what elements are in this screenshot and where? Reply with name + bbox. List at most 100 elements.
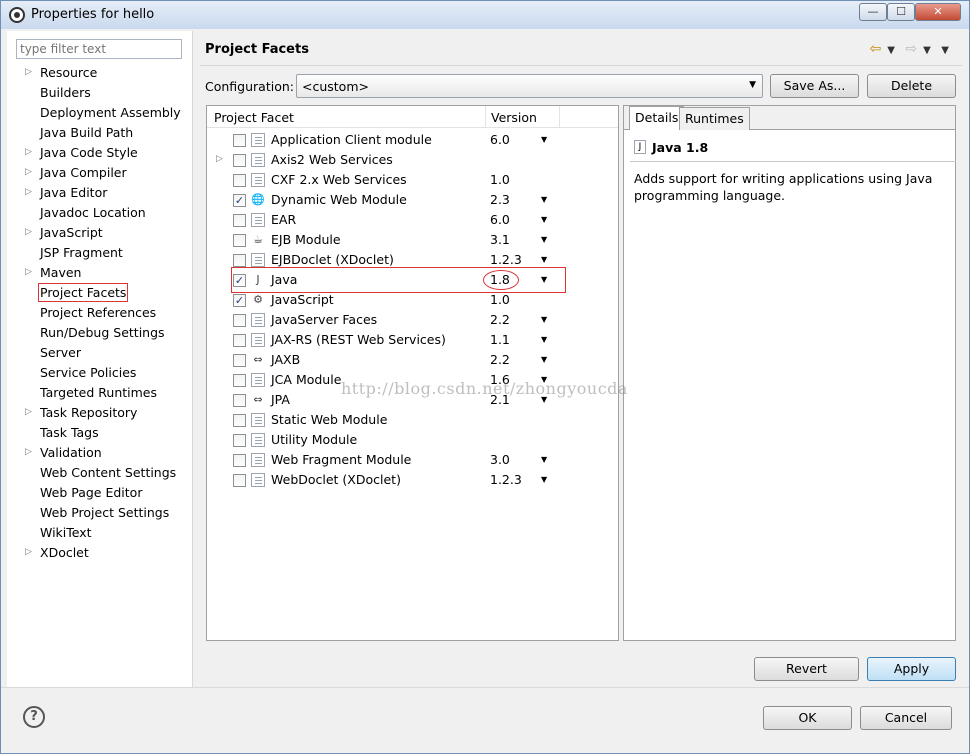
sidebar-item[interactable]: ▷ Resource bbox=[7, 63, 193, 83]
sidebar-item[interactable]: Java Build Path bbox=[7, 123, 193, 143]
facet-column-header[interactable]: Project Facet bbox=[214, 110, 294, 125]
facet-row[interactable]: Web Fragment Module 3.0 ▼ bbox=[207, 450, 618, 470]
facet-row[interactable]: ⇔ JPA 2.1 ▼ bbox=[207, 390, 618, 410]
facet-checkbox[interactable] bbox=[233, 354, 246, 367]
facet-checkbox[interactable] bbox=[233, 254, 246, 267]
expand-arrow-icon[interactable]: ▷ bbox=[25, 267, 32, 277]
sidebar-item[interactable]: Web Content Settings bbox=[7, 463, 193, 483]
facet-version[interactable]: 1.6 bbox=[490, 372, 510, 387]
version-dropdown-icon[interactable]: ▼ bbox=[541, 235, 547, 244]
forward-arrow-icon[interactable]: ⇨ bbox=[905, 41, 917, 57]
facet-checkbox[interactable] bbox=[233, 154, 246, 167]
version-dropdown-icon[interactable]: ▼ bbox=[541, 355, 547, 364]
facet-version[interactable]: 3.1 bbox=[490, 232, 510, 247]
expand-arrow-icon[interactable]: ▷ bbox=[25, 147, 32, 157]
facet-version[interactable]: 1.2.3 bbox=[490, 472, 522, 487]
version-dropdown-icon[interactable]: ▼ bbox=[541, 215, 547, 224]
facet-version[interactable]: 2.2 bbox=[490, 352, 510, 367]
sidebar-item[interactable]: JSP Fragment bbox=[7, 243, 193, 263]
facet-version[interactable]: 1.2.3 bbox=[490, 252, 522, 267]
sidebar-item[interactable]: ▷ Java Editor bbox=[7, 183, 193, 203]
maximize-button[interactable]: ☐ bbox=[887, 3, 915, 21]
facet-row[interactable]: Application Client module 6.0 ▼ bbox=[207, 130, 618, 150]
version-column-header[interactable]: Version bbox=[491, 110, 537, 125]
help-icon[interactable]: ? bbox=[23, 706, 45, 728]
sidebar-item[interactable]: Task Tags bbox=[7, 423, 193, 443]
sidebar-item[interactable]: ▷ Maven bbox=[7, 263, 193, 283]
sidebar-item[interactable]: Web Project Settings bbox=[7, 503, 193, 523]
facet-version[interactable]: 6.0 bbox=[490, 212, 510, 227]
facet-row[interactable]: ▷ Axis2 Web Services bbox=[207, 150, 618, 170]
ok-button[interactable]: OK bbox=[763, 706, 852, 730]
version-dropdown-icon[interactable]: ▼ bbox=[541, 335, 547, 344]
facet-row[interactable]: WebDoclet (XDoclet) 1.2.3 ▼ bbox=[207, 470, 618, 490]
facet-checkbox[interactable] bbox=[233, 434, 246, 447]
facet-checkbox[interactable]: ✓ bbox=[233, 194, 246, 207]
delete-button[interactable]: Delete bbox=[867, 74, 956, 98]
version-dropdown-icon[interactable]: ▼ bbox=[541, 455, 547, 464]
facet-row[interactable]: JCA Module 1.6 ▼ bbox=[207, 370, 618, 390]
sidebar-item[interactable]: Run/Debug Settings bbox=[7, 323, 193, 343]
version-dropdown-icon[interactable]: ▼ bbox=[541, 135, 547, 144]
expand-arrow-icon[interactable]: ▷ bbox=[25, 167, 32, 177]
sidebar-item[interactable]: ▷ Java Compiler bbox=[7, 163, 193, 183]
sidebar-item[interactable]: ▷ JavaScript bbox=[7, 223, 193, 243]
version-dropdown-icon[interactable]: ▼ bbox=[541, 395, 547, 404]
facet-version[interactable]: 6.0 bbox=[490, 132, 510, 147]
expand-arrow-icon[interactable]: ▷ bbox=[25, 227, 32, 237]
expand-arrow-icon[interactable]: ▷ bbox=[216, 154, 223, 164]
expand-arrow-icon[interactable]: ▷ bbox=[25, 187, 32, 197]
facet-checkbox[interactable] bbox=[233, 414, 246, 427]
facet-checkbox[interactable] bbox=[233, 174, 246, 187]
facet-checkbox[interactable] bbox=[233, 474, 246, 487]
forward-menu-icon[interactable]: ▼ bbox=[923, 45, 931, 56]
expand-arrow-icon[interactable]: ▷ bbox=[25, 447, 32, 457]
version-dropdown-icon[interactable]: ▼ bbox=[541, 255, 547, 264]
save-as-button[interactable]: Save As... bbox=[770, 74, 859, 98]
sidebar-item[interactable]: Targeted Runtimes bbox=[7, 383, 193, 403]
facet-version[interactable]: 2.1 bbox=[490, 392, 510, 407]
sidebar-item[interactable]: ▷ Validation bbox=[7, 443, 193, 463]
facet-checkbox[interactable] bbox=[233, 394, 246, 407]
back-arrow-icon[interactable]: ⇦ bbox=[870, 41, 882, 57]
configuration-combo[interactable]: <custom> ▼ bbox=[296, 74, 763, 98]
facet-checkbox[interactable]: ✓ bbox=[233, 294, 246, 307]
sidebar-item[interactable]: Javadoc Location bbox=[7, 203, 193, 223]
sidebar-item[interactable]: Project References bbox=[7, 303, 193, 323]
cancel-button[interactable]: Cancel bbox=[860, 706, 952, 730]
sidebar-item[interactable]: WikiText bbox=[7, 523, 193, 543]
facet-row[interactable]: JAX-RS (REST Web Services) 1.1 ▼ bbox=[207, 330, 618, 350]
facet-row[interactable]: ✓ ⚙ JavaScript 1.0 bbox=[207, 290, 618, 310]
facet-version[interactable]: 1.0 bbox=[490, 172, 510, 187]
revert-button[interactable]: Revert bbox=[754, 657, 859, 681]
facet-checkbox[interactable] bbox=[233, 134, 246, 147]
sidebar-item[interactable]: Web Page Editor bbox=[7, 483, 193, 503]
facet-checkbox[interactable] bbox=[233, 314, 246, 327]
sidebar-item[interactable]: Builders bbox=[7, 83, 193, 103]
apply-button[interactable]: Apply bbox=[867, 657, 956, 681]
facet-version[interactable]: 2.3 bbox=[490, 192, 510, 207]
facet-checkbox[interactable] bbox=[233, 454, 246, 467]
facet-checkbox[interactable] bbox=[233, 214, 246, 227]
version-dropdown-icon[interactable]: ▼ bbox=[541, 195, 547, 204]
sidebar-item[interactable]: ▷ XDoclet bbox=[7, 543, 193, 563]
sidebar-item[interactable]: Project Facets bbox=[7, 283, 193, 303]
sidebar-item[interactable]: ▷ Task Repository bbox=[7, 403, 193, 423]
facet-version[interactable]: 3.0 bbox=[490, 452, 510, 467]
sidebar-item[interactable]: Deployment Assembly bbox=[7, 103, 193, 123]
expand-arrow-icon[interactable]: ▷ bbox=[25, 67, 32, 77]
facet-row[interactable]: CXF 2.x Web Services 1.0 bbox=[207, 170, 618, 190]
facet-row[interactable]: ✓ 🌐 Dynamic Web Module 2.3 ▼ bbox=[207, 190, 618, 210]
version-dropdown-icon[interactable]: ▼ bbox=[541, 315, 547, 324]
facet-checkbox[interactable] bbox=[233, 334, 246, 347]
facet-version[interactable]: 1.1 bbox=[490, 332, 510, 347]
tab-details[interactable]: Details bbox=[629, 106, 685, 130]
facet-row[interactable]: EAR 6.0 ▼ bbox=[207, 210, 618, 230]
sidebar-item[interactable]: Service Policies bbox=[7, 363, 193, 383]
facet-version[interactable]: 1.0 bbox=[490, 292, 510, 307]
close-button[interactable]: ✕ bbox=[915, 3, 961, 21]
back-menu-icon[interactable]: ▼ bbox=[887, 45, 895, 56]
sidebar-item[interactable]: ▷ Java Code Style bbox=[7, 143, 193, 163]
filter-input[interactable] bbox=[16, 39, 182, 59]
expand-arrow-icon[interactable]: ▷ bbox=[25, 547, 32, 557]
